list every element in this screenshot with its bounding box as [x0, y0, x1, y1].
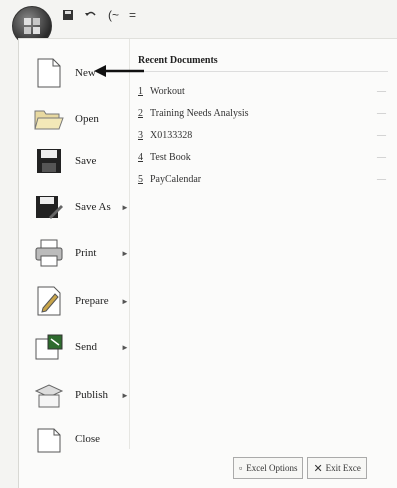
- recent-document-item[interactable]: 2 Training Needs Analysis —: [138, 103, 388, 123]
- printer-icon: [31, 235, 67, 271]
- publish-icon: [31, 377, 67, 413]
- recent-document-name: PayCalendar: [150, 173, 202, 185]
- menu-item-label: Close: [75, 433, 101, 445]
- save-icon[interactable]: [62, 9, 74, 21]
- menu-item-publish[interactable]: Publish ►: [19, 373, 129, 417]
- office-logo-icon: [24, 18, 40, 34]
- menu-commands: New Open Save Save As ► Print ► Prepare …: [19, 39, 129, 453]
- recent-document-number: 1: [138, 85, 143, 97]
- recent-document-item[interactable]: 1 Workout —: [138, 81, 388, 101]
- submenu-arrow-icon: ►: [121, 202, 129, 212]
- recent-document-name: Training Needs Analysis: [150, 107, 249, 119]
- menu-item-label: Print: [75, 247, 97, 259]
- undo-icon[interactable]: [84, 9, 98, 21]
- menu-item-label: Save As: [75, 201, 111, 213]
- submenu-arrow-icon: ►: [121, 296, 129, 306]
- divider: [138, 71, 388, 72]
- pin-icon[interactable]: —: [377, 108, 386, 118]
- pin-icon[interactable]: —: [377, 130, 386, 140]
- close-icon: ✕: [313, 462, 323, 475]
- menu-item-label: Send: [75, 341, 97, 353]
- recent-document-name: X0133328: [150, 129, 193, 141]
- recent-document-item[interactable]: 3 X0133328 —: [138, 125, 388, 145]
- recent-document-number: 3: [138, 129, 143, 141]
- recent-document-item[interactable]: 5 PayCalendar —: [138, 169, 388, 189]
- exit-excel-button[interactable]: ✕ Exit Exce: [307, 457, 367, 479]
- pin-icon[interactable]: —: [377, 152, 386, 162]
- annotation-arrow-icon: [94, 65, 144, 77]
- menu-item-label: Save: [75, 155, 97, 167]
- menu-item-label: New: [75, 67, 96, 79]
- send-icon: [31, 329, 67, 365]
- menu-item-print[interactable]: Print ►: [19, 231, 129, 275]
- excel-options-button[interactable]: ▫ Excel Options: [233, 457, 304, 479]
- menu-footer: ▫ Excel Options ✕ Exit Exce: [233, 457, 367, 479]
- recent-documents-pane: Recent Documents 1 Workout — 2 Training …: [129, 39, 397, 449]
- quick-access-toolbar: (~ =: [0, 0, 397, 46]
- recent-document-number: 5: [138, 173, 143, 185]
- save-disk-icon: [31, 143, 67, 179]
- recent-document-item[interactable]: 4 Test Book —: [138, 147, 388, 167]
- exit-excel-label: Exit Exce: [325, 463, 361, 473]
- menu-item-label: Publish: [75, 389, 109, 401]
- options-icon: ▫: [239, 463, 243, 473]
- excel-options-label: Excel Options: [246, 463, 298, 473]
- recent-document-number: 2: [138, 107, 143, 119]
- submenu-arrow-icon: ►: [121, 390, 129, 400]
- office-menu: New Open Save Save As ► Print ► Prepare …: [18, 38, 397, 488]
- redo-icon[interactable]: (~: [108, 8, 119, 22]
- menu-item-send[interactable]: Send ►: [19, 325, 129, 369]
- submenu-arrow-icon: ►: [121, 248, 129, 258]
- customize-qat-button[interactable]: =: [129, 8, 136, 22]
- recent-document-number: 4: [138, 151, 143, 163]
- new-document-icon: [31, 55, 67, 91]
- submenu-arrow-icon: ►: [121, 342, 129, 352]
- menu-item-label: Open: [75, 113, 99, 125]
- close-document-icon: [31, 421, 67, 457]
- menu-item-close[interactable]: Close: [19, 417, 127, 461]
- menu-item-prepare[interactable]: Prepare ►: [19, 279, 129, 323]
- menu-item-open[interactable]: Open: [19, 97, 127, 141]
- pin-icon[interactable]: —: [377, 174, 386, 184]
- menu-item-save-as[interactable]: Save As ►: [19, 185, 129, 229]
- recent-documents-title: Recent Documents: [138, 55, 218, 66]
- menu-item-label: Prepare: [75, 295, 109, 307]
- open-folder-icon: [31, 101, 67, 137]
- menu-item-save[interactable]: Save: [19, 139, 127, 183]
- recent-document-name: Workout: [150, 85, 185, 97]
- recent-document-name: Test Book: [150, 151, 191, 163]
- pin-icon[interactable]: —: [377, 86, 386, 96]
- save-as-icon: [31, 189, 67, 225]
- prepare-document-icon: [31, 283, 67, 319]
